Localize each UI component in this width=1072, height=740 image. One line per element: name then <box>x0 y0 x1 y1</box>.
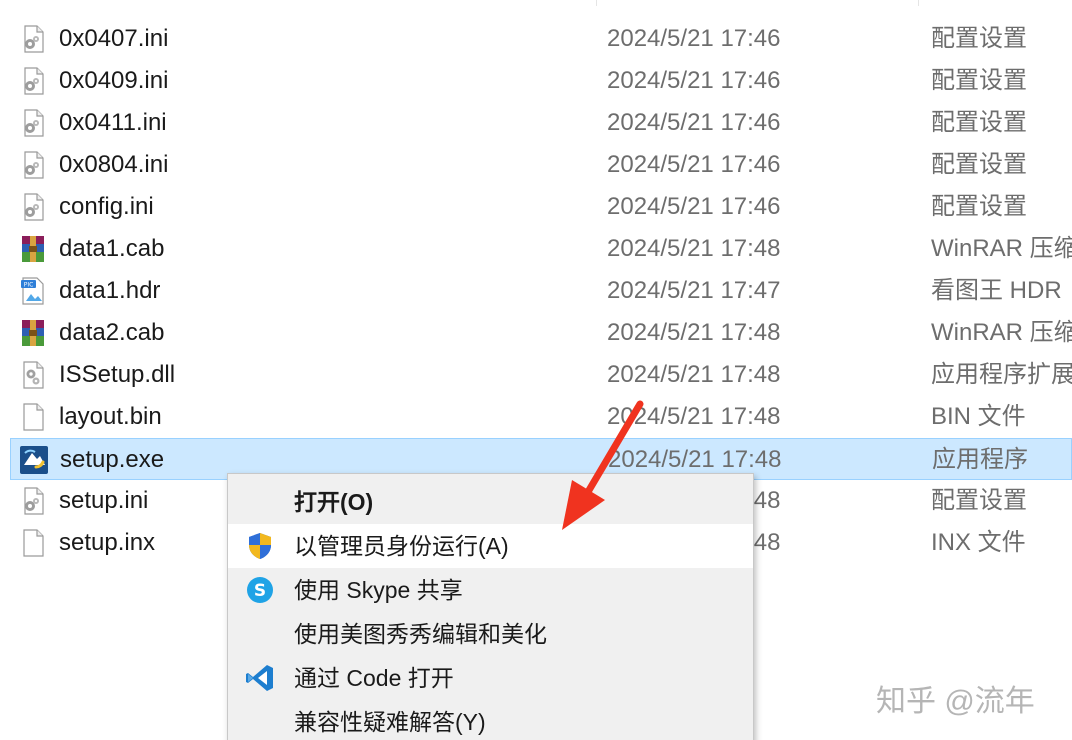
file-date-modified: 2024/5/21 17:48 <box>607 235 781 262</box>
file-date-modified: 2024/5/21 17:46 <box>607 193 781 220</box>
file-type: 配置设置 <box>931 109 1027 136</box>
file-name: 0x0409.ini <box>59 67 169 94</box>
file-date-modified: 2024/5/21 17:46 <box>607 109 781 136</box>
skype-icon: S <box>244 574 276 606</box>
file-row-data1-hdr[interactable]: PIC data1.hdr 2024/5/21 17:47 看图王 HDR <box>10 270 1072 312</box>
file-name: 0x0804.ini <box>59 151 169 178</box>
ini-icon <box>18 24 48 54</box>
file-type: 看图王 HDR <box>931 277 1062 304</box>
file-row-0x0411-ini[interactable]: 0x0411.ini 2024/5/21 17:46 配置设置 <box>10 102 1072 144</box>
menu-item-label: 使用美图秀秀编辑和美化 <box>294 621 547 647</box>
menu-item-label: 通过 Code 打开 <box>294 665 454 691</box>
menu-item-label: 使用 Skype 共享 <box>294 577 463 603</box>
file-type: 配置设置 <box>931 67 1027 94</box>
setup-exe-icon <box>19 445 49 475</box>
ini-icon <box>18 486 48 516</box>
file-name: data2.cab <box>59 319 165 346</box>
blank-file-icon <box>18 528 48 558</box>
context-menu: 打开(O) 以管理员身份运行(A) S 使用 Skype 共享使用美图秀秀编辑和美化通… <box>227 473 754 740</box>
menu-item-open[interactable]: 打开(O) <box>228 480 753 524</box>
menu-item-run-as-admin[interactable]: 以管理员身份运行(A) <box>228 524 753 568</box>
file-row-issetup-dll[interactable]: ISSetup.dll 2024/5/21 17:48 应用程序扩展 <box>10 354 1072 396</box>
svg-text:PIC: PIC <box>24 282 34 289</box>
menu-item-meitu-edit[interactable]: 使用美图秀秀编辑和美化 <box>228 612 753 656</box>
file-date-modified: 2024/5/21 17:46 <box>607 151 781 178</box>
file-name: ISSetup.dll <box>59 361 176 388</box>
menu-item-share-skype[interactable]: S 使用 Skype 共享 <box>228 568 753 612</box>
file-row-data1-cab[interactable]: data1.cab 2024/5/21 17:48 WinRAR 压缩 <box>10 228 1072 270</box>
file-date-modified: 2024/5/21 17:48 <box>607 319 781 346</box>
ini-icon <box>18 150 48 180</box>
file-date-modified: 2024/5/21 17:48 <box>607 403 781 430</box>
file-name: 0x0407.ini <box>59 25 169 52</box>
file-name: setup.exe <box>60 446 165 473</box>
file-type: 配置设置 <box>931 487 1027 514</box>
menu-item-label: 打开(O) <box>294 489 374 515</box>
file-date-modified: 2024/5/21 17:47 <box>607 277 781 304</box>
file-name: config.ini <box>59 193 154 220</box>
watermark: 知乎 @流年 <box>876 685 1035 718</box>
file-name: data1.hdr <box>59 277 161 304</box>
file-name: 0x0411.ini <box>59 109 167 136</box>
file-row-0x0407-ini[interactable]: 0x0407.ini 2024/5/21 17:46 配置设置 <box>10 18 1072 60</box>
column-divider-date[interactable] <box>596 0 597 6</box>
menu-item-label: 兼容性疑难解答(Y) <box>294 709 486 735</box>
pic-icon: PIC <box>18 276 48 306</box>
file-row-data2-cab[interactable]: data2.cab 2024/5/21 17:48 WinRAR 压缩 <box>10 312 1072 354</box>
file-date-modified: 2024/5/21 17:46 <box>607 25 781 52</box>
menu-item-open-with-code[interactable]: 通过 Code 打开 <box>228 656 753 700</box>
file-type: 应用程序扩展 <box>931 361 1072 388</box>
dll-icon <box>18 360 48 390</box>
ini-icon <box>18 66 48 96</box>
file-type: 应用程序 <box>932 446 1028 473</box>
file-name: layout.bin <box>59 403 162 430</box>
winrar-icon <box>18 318 48 348</box>
file-type: BIN 文件 <box>931 403 1026 430</box>
file-row-layout-bin[interactable]: layout.bin 2024/5/21 17:48 BIN 文件 <box>10 396 1072 438</box>
file-type: 配置设置 <box>931 151 1027 178</box>
file-type: WinRAR 压缩 <box>931 235 1072 262</box>
blank-file-icon <box>18 402 48 432</box>
winrar-icon <box>18 234 48 264</box>
file-date-modified: 2024/5/21 17:48 <box>607 361 781 388</box>
file-type: 配置设置 <box>931 25 1027 52</box>
file-name: data1.cab <box>59 235 165 262</box>
file-row-0x0804-ini[interactable]: 0x0804.ini 2024/5/21 17:46 配置设置 <box>10 144 1072 186</box>
file-row-0x0409-ini[interactable]: 0x0409.ini 2024/5/21 17:46 配置设置 <box>10 60 1072 102</box>
file-type: INX 文件 <box>931 529 1026 556</box>
ini-icon <box>18 108 48 138</box>
column-divider-type[interactable] <box>918 0 919 6</box>
file-name: setup.inx <box>59 529 156 556</box>
file-row-config-ini[interactable]: config.ini 2024/5/21 17:46 配置设置 <box>10 186 1072 228</box>
file-name: setup.ini <box>59 487 149 514</box>
file-type: 配置设置 <box>931 193 1027 220</box>
menu-item-compat-troubleshoot[interactable]: 兼容性疑难解答(Y) <box>228 700 753 740</box>
ini-icon <box>18 192 48 222</box>
file-date-modified: 2024/5/21 17:46 <box>607 67 781 94</box>
file-type: WinRAR 压缩 <box>931 319 1072 346</box>
uac-shield-icon <box>244 530 276 562</box>
vscode-icon <box>244 662 276 694</box>
menu-item-label: 以管理员身份运行(A) <box>294 533 509 559</box>
svg-text:S: S <box>254 581 266 601</box>
